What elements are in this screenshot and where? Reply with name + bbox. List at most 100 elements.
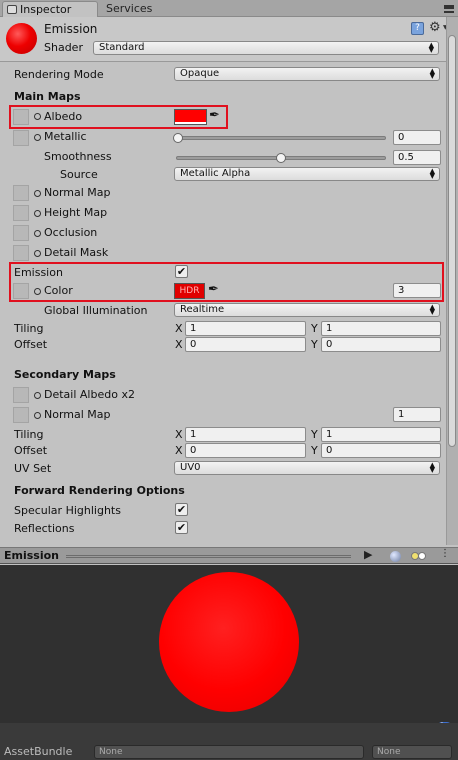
global-illumination-label: Global Illumination [44, 304, 148, 317]
secondary-normal-map-label: Normal Map [44, 408, 111, 421]
play-icon[interactable]: ▶ [364, 548, 372, 561]
smoothness-field[interactable]: 0.5 [393, 150, 441, 165]
light-2-icon[interactable] [418, 552, 426, 560]
dropdown-arrow-icon: ▲ ▼ [428, 41, 434, 54]
rendering-mode-label: Rendering Mode [14, 68, 104, 81]
rendering-mode-dropdown[interactable]: Opaque ▲ ▼ [174, 67, 440, 81]
gear-icon[interactable]: ⚙ [429, 20, 441, 35]
detail-albedo-picker-dot-icon[interactable] [34, 392, 41, 399]
eyedropper-icon[interactable]: ✒ [208, 282, 219, 297]
material-thumbnail [6, 23, 37, 54]
height-map-texture-slot[interactable] [13, 205, 29, 221]
eyedropper-icon[interactable]: ✒ [209, 108, 220, 123]
shader-value: Standard [99, 42, 145, 53]
secondary-tiling-y-label: Y [311, 428, 318, 441]
source-dropdown[interactable]: Metallic Alpha ▲ ▼ [174, 167, 440, 181]
preview-toolbar: Emission ▶ ⋮ [0, 547, 458, 564]
emission-highlight [9, 262, 444, 302]
tab-services[interactable]: Services [100, 1, 170, 17]
normal-map-texture-slot[interactable] [13, 185, 29, 201]
offset-x-field[interactable]: 0 [185, 337, 306, 352]
secondary-offset-x-field[interactable]: 0 [185, 443, 306, 458]
tab-inspector[interactable]: Inspector [2, 1, 98, 17]
metallic-slider-track[interactable] [176, 136, 386, 140]
emission-checkbox[interactable]: ✔ [175, 265, 188, 278]
emission-texture-slot[interactable] [13, 283, 29, 299]
emission-color-label: Color [44, 284, 73, 297]
detail-mask-texture-slot[interactable] [13, 245, 29, 261]
albedo-texture-slot[interactable] [13, 109, 29, 125]
checkmark-icon: ✔ [176, 265, 187, 278]
secondary-tiling-label: Tiling [14, 428, 44, 441]
metallic-field[interactable]: 0 [393, 130, 441, 145]
offset-x-label: X [175, 338, 183, 351]
asset-bundle-value: None [99, 747, 123, 757]
secondary-tiling-y-field[interactable]: 1 [321, 427, 441, 442]
asset-bundle-label: AssetBundle [4, 745, 73, 758]
tab-inspector-label: Inspector [20, 3, 72, 16]
secondary-offset-label: Offset [14, 444, 48, 457]
shader-dropdown[interactable]: Standard ▲ ▼ [93, 41, 439, 55]
rendering-mode-value: Opaque [180, 68, 220, 79]
reflections-checkbox[interactable]: ✔ [175, 521, 188, 534]
preview-sphere [159, 572, 299, 712]
smoothness-label: Smoothness [44, 150, 112, 163]
emission-intensity-field[interactable]: 3 [393, 283, 441, 298]
metallic-label: Metallic [44, 130, 87, 143]
tab-bar: Inspector Services [0, 0, 458, 17]
dropdown-arrow-icon: ▲ ▼ [429, 303, 435, 316]
albedo-color-swatch[interactable] [174, 109, 207, 125]
asset-bundle-dropdown[interactable]: None [94, 745, 364, 759]
specular-highlights-checkbox[interactable]: ✔ [175, 503, 188, 516]
secondary-offset-y-field[interactable]: 0 [321, 443, 441, 458]
secondary-offset-y-label: Y [311, 444, 318, 457]
preview-drag-handle[interactable] [66, 555, 351, 558]
offset-y-field[interactable]: 0 [321, 337, 441, 352]
uv-set-dropdown[interactable]: UV0 ▲ ▼ [174, 461, 440, 475]
detail-mask-picker-dot-icon[interactable] [34, 250, 41, 257]
albedo-picker-dot-icon[interactable] [34, 113, 41, 120]
tab-services-label: Services [106, 2, 153, 15]
uv-set-label: UV Set [14, 462, 52, 475]
asset-variant-value: None [377, 747, 401, 757]
dropdown-arrow-icon: ▲ ▼ [429, 167, 435, 180]
detail-albedo-texture-slot[interactable] [13, 387, 29, 403]
help-icon[interactable]: ? [411, 22, 424, 35]
secondary-normal-map-picker-dot-icon[interactable] [34, 412, 41, 419]
smoothness-slider-knob[interactable] [276, 153, 286, 163]
dropdown-arrow-icon: ▲ ▼ [429, 461, 435, 474]
occlusion-picker-dot-icon[interactable] [34, 230, 41, 237]
secondary-normal-map-texture-slot[interactable] [13, 407, 29, 423]
tiling-x-field[interactable]: 1 [185, 321, 306, 336]
asset-variant-dropdown[interactable]: None [372, 745, 452, 759]
height-map-label: Height Map [44, 206, 108, 219]
secondary-normal-scale-field[interactable]: 1 [393, 407, 441, 422]
shader-label: Shader [44, 41, 83, 54]
occlusion-texture-slot[interactable] [13, 225, 29, 241]
panel-menu-icon[interactable] [444, 5, 454, 13]
secondary-tiling-x-label: X [175, 428, 183, 441]
height-map-picker-dot-icon[interactable] [34, 210, 41, 217]
normal-map-label: Normal Map [44, 186, 111, 199]
secondary-tiling-x-field[interactable]: 1 [185, 427, 306, 442]
detail-mask-label: Detail Mask [44, 246, 109, 259]
emission-picker-dot-icon[interactable] [34, 288, 41, 295]
tiling-label: Tiling [14, 322, 44, 335]
emission-hdr-swatch[interactable]: HDR [174, 283, 205, 299]
metallic-slider-knob[interactable] [173, 133, 183, 143]
checkmark-icon: ✔ [176, 503, 187, 516]
metallic-texture-slot[interactable] [13, 130, 29, 146]
dropdown-arrow-icon: ▲ ▼ [429, 67, 435, 80]
material-title: Emission [44, 22, 98, 36]
global-illumination-dropdown[interactable]: Realtime ▲ ▼ [174, 303, 440, 317]
normal-map-picker-dot-icon[interactable] [34, 190, 41, 197]
asset-bundle-bar: AssetBundle None None [0, 723, 458, 760]
tiling-y-field[interactable]: 1 [321, 321, 441, 336]
tiling-y-label: Y [311, 322, 318, 335]
preview-sphere-icon[interactable] [390, 551, 401, 562]
scrollbar-thumb[interactable] [448, 35, 456, 447]
preview-menu-icon[interactable]: ⋮ [440, 548, 450, 559]
metallic-picker-dot-icon[interactable] [34, 134, 41, 141]
occlusion-label: Occlusion [44, 226, 98, 239]
emission-label: Emission [14, 266, 63, 279]
